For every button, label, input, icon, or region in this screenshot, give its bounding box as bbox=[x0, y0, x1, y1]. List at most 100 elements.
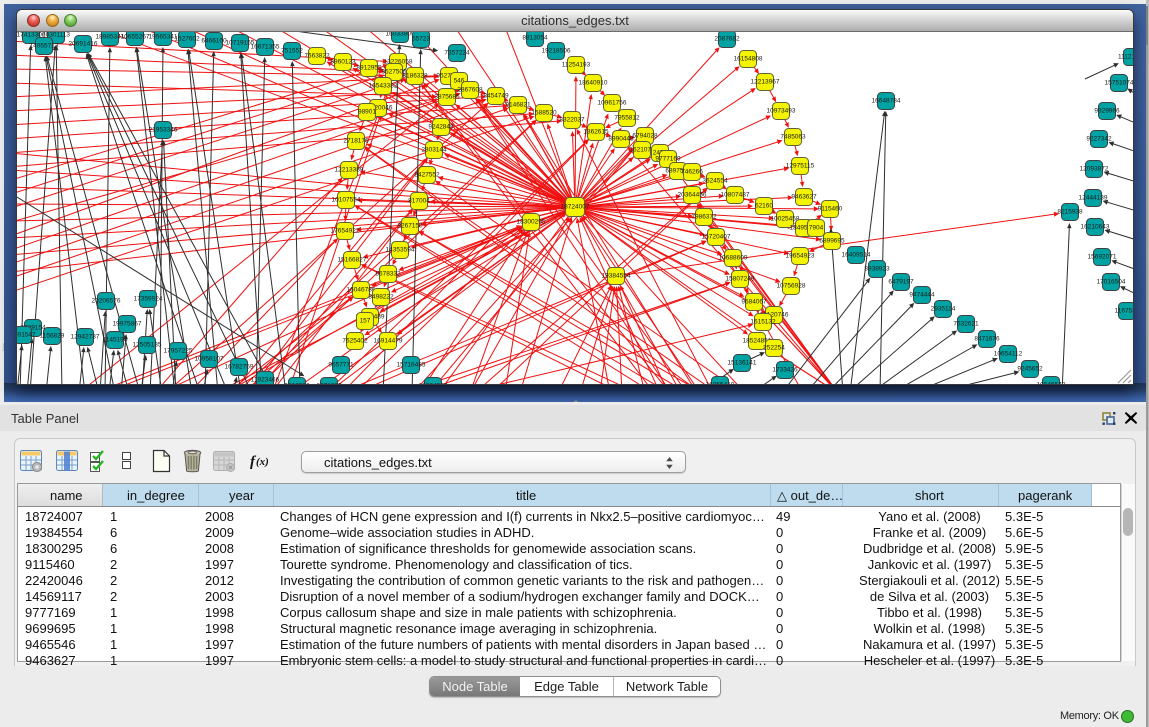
svg-text:2087682: 2087682 bbox=[714, 36, 740, 43]
svg-text:18724007: 18724007 bbox=[561, 204, 590, 211]
svg-text:9391547: 9391547 bbox=[17, 332, 36, 339]
svg-text:3498222: 3498222 bbox=[368, 294, 394, 301]
svg-text:8678332: 8678332 bbox=[375, 271, 401, 278]
svg-text:15692071: 15692071 bbox=[1088, 254, 1117, 261]
svg-text:7955812: 7955812 bbox=[614, 115, 640, 122]
svg-text:20364456: 20364456 bbox=[678, 192, 707, 199]
svg-text:751552: 751552 bbox=[281, 48, 303, 55]
svg-text:1167533: 1167533 bbox=[1115, 308, 1133, 315]
svg-text:20206576: 20206576 bbox=[92, 298, 121, 305]
svg-text:10688609: 10688609 bbox=[719, 255, 748, 262]
svg-text:12942737: 12942737 bbox=[71, 334, 100, 341]
svg-text:16154808: 16154808 bbox=[734, 56, 763, 63]
svg-text:19975867: 19975867 bbox=[113, 321, 142, 328]
svg-text:252254: 252254 bbox=[763, 345, 785, 352]
svg-text:6479197: 6479197 bbox=[888, 279, 914, 286]
svg-text:9219936: 9219936 bbox=[284, 383, 310, 385]
svg-text:9227342: 9227342 bbox=[1086, 136, 1112, 143]
svg-text:16055419: 16055419 bbox=[706, 382, 735, 385]
svg-text:(x): (x) bbox=[256, 456, 269, 468]
svg-text:12213389: 12213389 bbox=[335, 167, 364, 174]
svg-text:9684067: 9684067 bbox=[741, 299, 767, 306]
svg-text:10984537: 10984537 bbox=[419, 383, 448, 385]
svg-text:1588520: 1588520 bbox=[531, 110, 557, 117]
svg-text:8322037: 8322037 bbox=[559, 117, 585, 124]
svg-text:3875685: 3875685 bbox=[434, 94, 460, 101]
svg-text:10107554: 10107554 bbox=[332, 197, 361, 204]
svg-text:10025458: 10025458 bbox=[771, 216, 800, 223]
svg-text:18300295: 18300295 bbox=[517, 219, 546, 226]
svg-text:7625402: 7625402 bbox=[342, 338, 368, 345]
svg-text:10958107: 10958107 bbox=[195, 356, 224, 363]
svg-text:7357224: 7357224 bbox=[444, 50, 470, 57]
svg-text:7632621: 7632621 bbox=[953, 321, 979, 328]
svg-text:8960123: 8960123 bbox=[330, 59, 356, 66]
svg-text:8267150: 8267150 bbox=[397, 223, 423, 230]
svg-text:10655267: 10655267 bbox=[121, 34, 150, 41]
svg-text:8186328: 8186328 bbox=[402, 73, 428, 80]
svg-text:18640910: 18640910 bbox=[579, 80, 608, 87]
svg-text:12444139: 12444139 bbox=[1079, 195, 1108, 202]
svg-text:8454749: 8454749 bbox=[483, 93, 509, 100]
svg-text:16671355: 16671355 bbox=[251, 44, 280, 51]
svg-text:7663822: 7663822 bbox=[304, 53, 330, 60]
svg-text:14353594: 14353594 bbox=[386, 247, 415, 254]
svg-text:6466160: 6466160 bbox=[201, 38, 227, 45]
svg-text:8671237: 8671237 bbox=[316, 383, 342, 385]
svg-text:9115460: 9115460 bbox=[818, 206, 843, 213]
svg-text:16648784: 16648784 bbox=[872, 98, 901, 105]
svg-text:157: 157 bbox=[360, 318, 371, 325]
svg-text:1733426: 1733426 bbox=[772, 367, 798, 374]
svg-text:8938923: 8938923 bbox=[864, 266, 890, 273]
svg-text:98901: 98901 bbox=[358, 109, 376, 116]
svg-text:8813054: 8813054 bbox=[522, 35, 548, 42]
svg-text:15751074: 15751074 bbox=[1105, 80, 1133, 87]
svg-text:9474444: 9474444 bbox=[909, 292, 935, 299]
svg-text:15166827: 15166827 bbox=[338, 257, 367, 264]
svg-text:19384554: 19384554 bbox=[602, 273, 631, 280]
svg-text:9463627: 9463627 bbox=[791, 194, 817, 201]
svg-text:16033809: 16033809 bbox=[386, 32, 415, 38]
svg-text:16210643: 16210643 bbox=[1081, 224, 1110, 231]
svg-text:21953346: 21953346 bbox=[149, 127, 178, 134]
svg-text:17957225: 17957225 bbox=[164, 348, 193, 355]
svg-text:19218506: 19218506 bbox=[542, 48, 571, 55]
svg-text:12505135: 12505135 bbox=[133, 342, 162, 349]
svg-text:15720407: 15720407 bbox=[702, 234, 731, 241]
svg-text:2867608: 2867608 bbox=[457, 87, 483, 94]
svg-text:1145194: 1145194 bbox=[103, 337, 128, 344]
svg-text:16543382: 16543382 bbox=[369, 83, 398, 90]
svg-text:16782759: 16782759 bbox=[225, 364, 254, 371]
svg-text:9777169: 9777169 bbox=[655, 156, 681, 163]
svg-text:6899695: 6899695 bbox=[819, 238, 845, 245]
svg-text:14055713: 14055713 bbox=[30, 43, 59, 50]
svg-text:10046542: 10046542 bbox=[1037, 382, 1066, 385]
svg-text:16409514: 16409514 bbox=[842, 252, 871, 259]
svg-text:8990448: 8990448 bbox=[608, 136, 634, 143]
svg-text:16914479: 16914479 bbox=[374, 338, 403, 345]
svg-text:12975115: 12975115 bbox=[786, 163, 815, 170]
svg-text:12093872: 12093872 bbox=[1080, 166, 1109, 173]
svg-text:3624554: 3624554 bbox=[702, 178, 728, 185]
svg-text:11254193: 11254193 bbox=[562, 62, 591, 69]
svg-text:10973493: 10973493 bbox=[767, 108, 796, 115]
svg-text:19654923: 19654923 bbox=[786, 253, 815, 260]
svg-text:8427552: 8427552 bbox=[414, 172, 440, 179]
svg-text:62160: 62160 bbox=[755, 203, 773, 210]
svg-text:10807487: 10807487 bbox=[721, 192, 750, 199]
svg-text:17654922: 17654922 bbox=[331, 228, 360, 235]
svg-text:1156829: 1156829 bbox=[40, 333, 65, 340]
svg-text:10961756: 10961756 bbox=[598, 100, 627, 107]
svg-text:7485063: 7485063 bbox=[780, 134, 806, 141]
svg-text:10756928: 10756928 bbox=[777, 283, 806, 290]
svg-text:6794028: 6794028 bbox=[632, 133, 658, 140]
svg-text:1527602: 1527602 bbox=[174, 36, 200, 43]
svg-text:9657771: 9657771 bbox=[328, 362, 354, 369]
svg-text:1615132: 1615132 bbox=[750, 319, 776, 326]
svg-text:10654112: 10654112 bbox=[994, 351, 1023, 358]
svg-text:17016504: 17016504 bbox=[1097, 279, 1126, 286]
svg-text:9245652: 9245652 bbox=[1017, 366, 1043, 373]
svg-text:2718176: 2718176 bbox=[343, 138, 369, 145]
svg-text:8912955: 8912955 bbox=[356, 65, 382, 72]
svg-text:20691416: 20691416 bbox=[69, 41, 98, 48]
